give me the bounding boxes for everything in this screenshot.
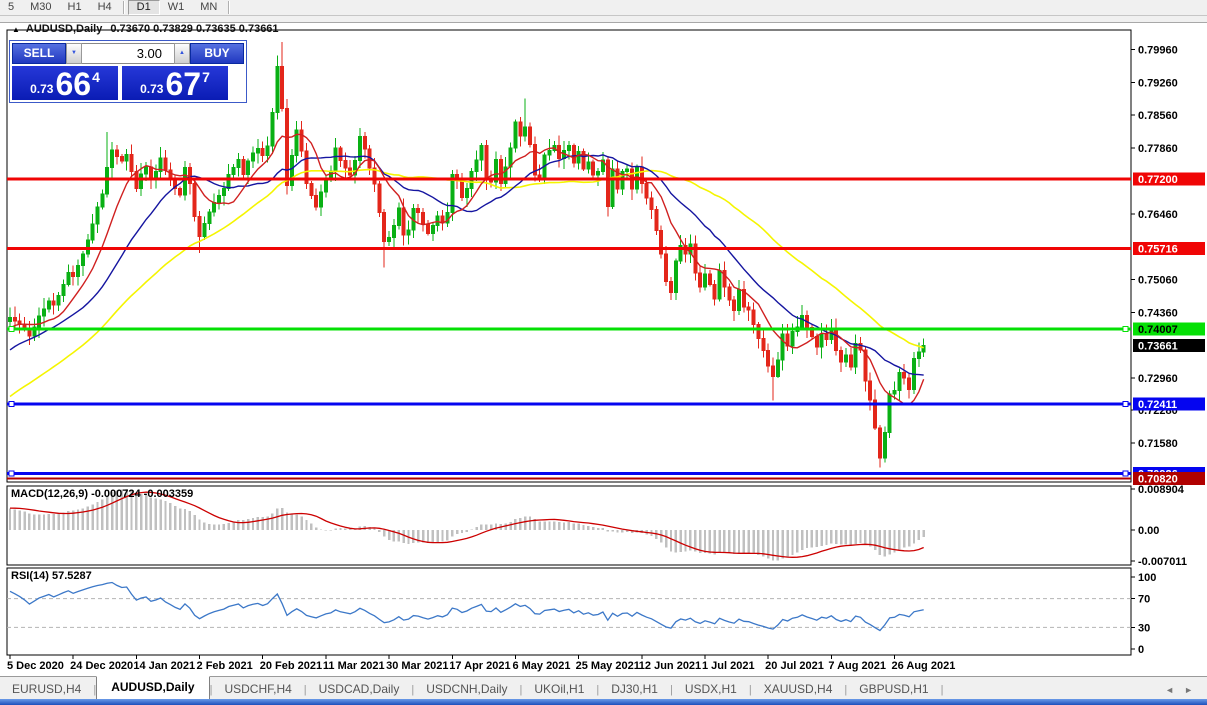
chart-symbol-label: AUDUSD,Daily [25, 23, 103, 35]
buy-button[interactable]: BUY [190, 43, 244, 64]
tab-eurusd-h4[interactable]: EURUSD,H4 [0, 679, 93, 700]
svg-text:70: 70 [1138, 594, 1150, 606]
svg-text:1 Jul 2021: 1 Jul 2021 [702, 660, 755, 672]
svg-text:6 May 2021: 6 May 2021 [512, 660, 570, 672]
svg-text:25 May 2021: 25 May 2021 [576, 660, 640, 672]
buy-quote-pip: 7 [202, 69, 210, 85]
svg-text:12 Jun 2021: 12 Jun 2021 [639, 660, 701, 672]
buy-quote[interactable]: 0.73 67 7 [122, 66, 228, 100]
svg-text:20 Feb 2021: 20 Feb 2021 [260, 660, 322, 672]
chart-title: ▲ AUDUSD,Daily 0.73670 0.73829 0.73635 0.7… [12, 23, 279, 35]
tab-usdchf-h4[interactable]: USDCHF,H4 [212, 679, 303, 700]
timeframe-mn-button[interactable]: MN [192, 0, 225, 15]
tab-usdx-h1[interactable]: USDX,H1 [673, 679, 749, 700]
current-price-badge: 0.73661 [1133, 338, 1205, 352]
volume-decrease-button[interactable]: ▼ [66, 43, 82, 64]
sell-quote-pip: 4 [92, 69, 100, 85]
svg-text:11 Mar 2021: 11 Mar 2021 [323, 660, 385, 672]
rsi-pane[interactable]: 100 70 30 0 RSI(14) 57.5287 [7, 570, 1156, 656]
macd-label: MACD(12,26,9) -0.000724 -0.003359 [11, 488, 193, 500]
scroll-right-icon[interactable]: ► [1184, 685, 1193, 695]
scroll-left-icon[interactable]: ◄ [1165, 685, 1174, 695]
chevron-up-icon: ▲ [179, 50, 185, 56]
svg-text:0.72411: 0.72411 [1138, 399, 1177, 411]
svg-text:30: 30 [1138, 622, 1150, 634]
buy-quote-prefix: 0.73 [140, 82, 164, 96]
sell-quote-big: 66 [55, 66, 92, 102]
chart-canvas[interactable]: 0.79960 0.79260 0.78560 0.77860 0.76460 0.750… [0, 0, 1207, 705]
symbol-tab-bar: EURUSD,H4 | AUDUSD,Daily | USDCHF,H4 | USDCAD,… [0, 676, 1207, 700]
svg-text:20 Jul 2021: 20 Jul 2021 [765, 660, 824, 672]
timeframe-h4-button[interactable]: H4 [90, 0, 120, 15]
tab-audusd-daily[interactable]: AUDUSD,Daily [96, 676, 210, 700]
toolbar-separator [228, 1, 231, 14]
svg-text:0.79260: 0.79260 [1138, 77, 1178, 89]
collapse-icon[interactable]: ▲ [12, 25, 20, 34]
tab-xauusd-h4[interactable]: XAUUSD,H4 [752, 679, 845, 700]
rsi-label: RSI(14) 57.5287 [11, 570, 92, 582]
volume-increase-button[interactable]: ▲ [174, 43, 190, 64]
timeframe-h1-button[interactable]: H1 [60, 0, 90, 15]
svg-text:0.74007: 0.74007 [1138, 324, 1178, 336]
svg-text:0.79960: 0.79960 [1138, 44, 1178, 56]
tab-gbpusd-h1[interactable]: GBPUSD,H1 [847, 679, 940, 700]
svg-text:0.74360: 0.74360 [1138, 307, 1178, 319]
svg-text:26 Aug 2021: 26 Aug 2021 [892, 660, 956, 672]
svg-text:0.73661: 0.73661 [1138, 340, 1178, 352]
time-axis[interactable]: 5 Dec 2020 24 Dec 2020 14 Jan 2021 2 Feb 20… [7, 655, 955, 672]
svg-text:0.75716: 0.75716 [1138, 244, 1178, 256]
rsi-line [9, 581, 924, 632]
trading-terminal: { "toolbar": {"timeframes": ["5","M30","… [0, 0, 1207, 705]
svg-text:0.77200: 0.77200 [1138, 174, 1178, 186]
svg-text:0.76460: 0.76460 [1138, 209, 1178, 221]
tab-separator: | [940, 684, 944, 696]
svg-text:0.78560: 0.78560 [1138, 110, 1178, 122]
tab-usdcnh-daily[interactable]: USDCNH,Daily [414, 679, 519, 700]
tab-usdcad-daily[interactable]: USDCAD,Daily [307, 679, 412, 700]
macd-pane[interactable]: 0.008904 0.00 -0.007011 MACD(12,26,9) -0.00… [8, 484, 1187, 568]
timeframe-w1-button[interactable]: W1 [160, 0, 193, 15]
svg-text:7 Aug 2021: 7 Aug 2021 [828, 660, 886, 672]
svg-text:0.77860: 0.77860 [1138, 143, 1178, 155]
fast-ma-line [9, 133, 925, 406]
buy-quote-big: 67 [165, 66, 202, 102]
svg-text:24 Dec 2020: 24 Dec 2020 [70, 660, 133, 672]
tab-dj30-h1[interactable]: DJ30,H1 [599, 679, 670, 700]
tab-ukoil-h1[interactable]: UKOil,H1 [522, 679, 596, 700]
timeframe-toolbar: 5 M30 H1 H4 D1 W1 MN [0, 0, 1207, 16]
svg-text:0.72960: 0.72960 [1138, 373, 1178, 385]
svg-text:0.00: 0.00 [1138, 525, 1159, 537]
toolbar-separator [122, 1, 125, 14]
svg-text:0.008904: 0.008904 [1138, 484, 1185, 496]
timeframe-5-button[interactable]: 5 [0, 0, 22, 15]
sell-button[interactable]: SELL [12, 43, 66, 64]
tab-scroll-nav: ◄ ► [1165, 685, 1207, 700]
svg-text:2 Feb 2021: 2 Feb 2021 [197, 660, 253, 672]
svg-text:0: 0 [1138, 644, 1144, 656]
chart-ohlc-readout: 0.73670 0.73829 0.73635 0.73661 [110, 23, 279, 35]
sell-quote-prefix: 0.73 [30, 82, 54, 96]
svg-text:100: 100 [1138, 572, 1156, 584]
chevron-down-icon: ▼ [71, 50, 77, 56]
svg-text:17 Apr 2021: 17 Apr 2021 [449, 660, 510, 672]
timeframe-d1-button[interactable]: D1 [127, 0, 160, 15]
svg-text:0.75060: 0.75060 [1138, 275, 1178, 287]
taskbar-edge [0, 699, 1207, 705]
level-lines[interactable]: 0.772000.757160.740070.724110.709260.708… [7, 172, 1205, 486]
sell-quote[interactable]: 0.73 66 4 [12, 66, 118, 100]
svg-text:-0.007011: -0.007011 [1138, 556, 1187, 568]
svg-text:14 Jan 2021: 14 Jan 2021 [133, 660, 195, 672]
volume-input[interactable] [82, 43, 174, 64]
svg-text:0.71580: 0.71580 [1138, 438, 1178, 450]
timeframe-m30-button[interactable]: M30 [22, 0, 59, 15]
svg-text:30 Mar 2021: 30 Mar 2021 [386, 660, 448, 672]
svg-text:5 Dec 2020: 5 Dec 2020 [7, 660, 64, 672]
one-click-trading-panel: SELL ▼ ▲ BUY 0.73 66 4 0.73 67 7 [9, 40, 247, 103]
